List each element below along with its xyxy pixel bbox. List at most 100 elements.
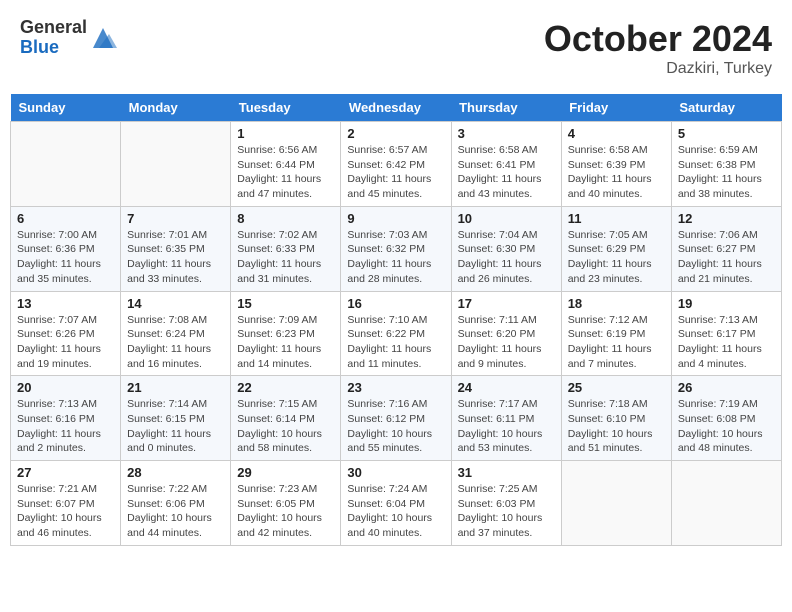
calendar-cell: 15 Sunrise: 7:09 AM Sunset: 6:23 PM Dayli… — [231, 291, 341, 376]
day-number: 30 — [347, 465, 444, 480]
week-row-3: 13Sunrise: 7:07 AM Sunset: 6:26 PM Dayli… — [11, 291, 782, 376]
calendar-cell: 9Sunrise: 7:03 AM Sunset: 6:32 PM Daylig… — [341, 206, 451, 291]
calendar-cell: 22 Sunrise: 7:15 AM Sunset: 6:14 PM Dayli… — [231, 376, 341, 461]
day-header-sunday: Sunday — [11, 94, 121, 122]
day-number: 12 — [678, 211, 775, 226]
calendar-cell — [561, 461, 671, 546]
day-number: 26 — [678, 380, 775, 395]
day-info: Sunrise: 7:09 AM Sunset: 6:23 PM Dayligh… — [237, 313, 334, 372]
day-number: 10 — [458, 211, 555, 226]
month-title: October 2024 — [544, 18, 772, 60]
day-info: Sunrise: 7:00 AM Sunset: 6:36 PM Dayligh… — [17, 228, 114, 287]
day-info: Sunrise: 7:13 AM Sunset: 6:16 PM Dayligh… — [17, 397, 114, 456]
day-number: 3 — [458, 126, 555, 141]
calendar-cell: 12 Sunrise: 7:06 AM Sunset: 6:27 PM Dayli… — [671, 206, 781, 291]
day-number: 6 — [17, 211, 114, 226]
day-number: 31 — [458, 465, 555, 480]
day-header-wednesday: Wednesday — [341, 94, 451, 122]
day-info: Sunrise: 7:12 AM Sunset: 6:19 PM Dayligh… — [568, 313, 665, 372]
day-header-tuesday: Tuesday — [231, 94, 341, 122]
day-info: Sunrise: 6:58 AM Sunset: 6:41 PM Dayligh… — [458, 143, 555, 202]
day-info: Sunrise: 6:57 AM Sunset: 6:42 PM Dayligh… — [347, 143, 444, 202]
day-info: Sunrise: 7:13 AM Sunset: 6:17 PM Dayligh… — [678, 313, 775, 372]
day-info: Sunrise: 6:59 AM Sunset: 6:38 PM Dayligh… — [678, 143, 775, 202]
calendar-cell: 10 Sunrise: 7:04 AM Sunset: 6:30 PM Dayli… — [451, 206, 561, 291]
day-info: Sunrise: 7:25 AM Sunset: 6:03 PM Dayligh… — [458, 482, 555, 541]
day-info: Sunrise: 7:23 AM Sunset: 6:05 PM Dayligh… — [237, 482, 334, 541]
day-info: Sunrise: 7:04 AM Sunset: 6:30 PM Dayligh… — [458, 228, 555, 287]
calendar-cell — [121, 122, 231, 207]
day-info: Sunrise: 7:08 AM Sunset: 6:24 PM Dayligh… — [127, 313, 224, 372]
header: General Blue October 2024 Dazkiri, Turke… — [10, 10, 782, 86]
calendar-cell: 29 Sunrise: 7:23 AM Sunset: 6:05 PM Dayli… — [231, 461, 341, 546]
calendar-cell: 19Sunrise: 7:13 AM Sunset: 6:17 PM Dayli… — [671, 291, 781, 376]
day-number: 25 — [568, 380, 665, 395]
day-info: Sunrise: 7:07 AM Sunset: 6:26 PM Dayligh… — [17, 313, 114, 372]
day-header-thursday: Thursday — [451, 94, 561, 122]
day-number: 16 — [347, 296, 444, 311]
week-row-2: 6 Sunrise: 7:00 AM Sunset: 6:36 PM Daylig… — [11, 206, 782, 291]
day-info: Sunrise: 7:15 AM Sunset: 6:14 PM Dayligh… — [237, 397, 334, 456]
day-info: Sunrise: 7:06 AM Sunset: 6:27 PM Dayligh… — [678, 228, 775, 287]
day-info: Sunrise: 6:58 AM Sunset: 6:39 PM Dayligh… — [568, 143, 665, 202]
week-row-4: 20 Sunrise: 7:13 AM Sunset: 6:16 PM Dayli… — [11, 376, 782, 461]
day-number: 5 — [678, 126, 775, 141]
day-number: 8 — [237, 211, 334, 226]
calendar-cell: 14 Sunrise: 7:08 AM Sunset: 6:24 PM Dayli… — [121, 291, 231, 376]
day-number: 29 — [237, 465, 334, 480]
calendar-cell: 6 Sunrise: 7:00 AM Sunset: 6:36 PM Daylig… — [11, 206, 121, 291]
day-info: Sunrise: 7:01 AM Sunset: 6:35 PM Dayligh… — [127, 228, 224, 287]
day-info: Sunrise: 7:10 AM Sunset: 6:22 PM Dayligh… — [347, 313, 444, 372]
day-number: 27 — [17, 465, 114, 480]
day-info: Sunrise: 6:56 AM Sunset: 6:44 PM Dayligh… — [237, 143, 334, 202]
day-number: 28 — [127, 465, 224, 480]
day-number: 20 — [17, 380, 114, 395]
calendar-cell: 2Sunrise: 6:57 AM Sunset: 6:42 PM Daylig… — [341, 122, 451, 207]
day-info: Sunrise: 7:18 AM Sunset: 6:10 PM Dayligh… — [568, 397, 665, 456]
day-number: 4 — [568, 126, 665, 141]
day-number: 17 — [458, 296, 555, 311]
logo-icon — [89, 24, 117, 52]
calendar-cell: 13Sunrise: 7:07 AM Sunset: 6:26 PM Dayli… — [11, 291, 121, 376]
logo-blue: Blue — [20, 38, 87, 58]
day-number: 24 — [458, 380, 555, 395]
week-row-5: 27Sunrise: 7:21 AM Sunset: 6:07 PM Dayli… — [11, 461, 782, 546]
calendar-cell: 20 Sunrise: 7:13 AM Sunset: 6:16 PM Dayli… — [11, 376, 121, 461]
calendar-cell: 31 Sunrise: 7:25 AM Sunset: 6:03 PM Dayli… — [451, 461, 561, 546]
logo-general: General — [20, 18, 87, 38]
calendar-cell: 25 Sunrise: 7:18 AM Sunset: 6:10 PM Dayli… — [561, 376, 671, 461]
day-info: Sunrise: 7:05 AM Sunset: 6:29 PM Dayligh… — [568, 228, 665, 287]
day-info: Sunrise: 7:17 AM Sunset: 6:11 PM Dayligh… — [458, 397, 555, 456]
calendar-cell: 11 Sunrise: 7:05 AM Sunset: 6:29 PM Dayli… — [561, 206, 671, 291]
day-info: Sunrise: 7:16 AM Sunset: 6:12 PM Dayligh… — [347, 397, 444, 456]
calendar-cell: 27Sunrise: 7:21 AM Sunset: 6:07 PM Dayli… — [11, 461, 121, 546]
calendar-cell: 21Sunrise: 7:14 AM Sunset: 6:15 PM Dayli… — [121, 376, 231, 461]
day-number: 9 — [347, 211, 444, 226]
calendar-cell — [11, 122, 121, 207]
calendar-cell — [671, 461, 781, 546]
calendar-cell: 1 Sunrise: 6:56 AM Sunset: 6:44 PM Daylig… — [231, 122, 341, 207]
calendar-cell: 7Sunrise: 7:01 AM Sunset: 6:35 PM Daylig… — [121, 206, 231, 291]
calendar-cell: 18Sunrise: 7:12 AM Sunset: 6:19 PM Dayli… — [561, 291, 671, 376]
day-number: 21 — [127, 380, 224, 395]
day-number: 14 — [127, 296, 224, 311]
day-number: 23 — [347, 380, 444, 395]
day-info: Sunrise: 7:22 AM Sunset: 6:06 PM Dayligh… — [127, 482, 224, 541]
day-header-saturday: Saturday — [671, 94, 781, 122]
title-block: October 2024 Dazkiri, Turkey — [544, 18, 772, 78]
day-number: 1 — [237, 126, 334, 141]
day-number: 11 — [568, 211, 665, 226]
day-info: Sunrise: 7:11 AM Sunset: 6:20 PM Dayligh… — [458, 313, 555, 372]
calendar-cell: 3 Sunrise: 6:58 AM Sunset: 6:41 PM Daylig… — [451, 122, 561, 207]
day-info: Sunrise: 7:02 AM Sunset: 6:33 PM Dayligh… — [237, 228, 334, 287]
calendar-cell: 5 Sunrise: 6:59 AM Sunset: 6:38 PM Daylig… — [671, 122, 781, 207]
calendar-cell: 8 Sunrise: 7:02 AM Sunset: 6:33 PM Daylig… — [231, 206, 341, 291]
week-row-1: 1 Sunrise: 6:56 AM Sunset: 6:44 PM Daylig… — [11, 122, 782, 207]
location: Dazkiri, Turkey — [544, 60, 772, 78]
calendar-cell: 16 Sunrise: 7:10 AM Sunset: 6:22 PM Dayli… — [341, 291, 451, 376]
day-number: 15 — [237, 296, 334, 311]
day-number: 22 — [237, 380, 334, 395]
day-header-monday: Monday — [121, 94, 231, 122]
logo-text: General Blue — [20, 18, 87, 58]
day-header-friday: Friday — [561, 94, 671, 122]
